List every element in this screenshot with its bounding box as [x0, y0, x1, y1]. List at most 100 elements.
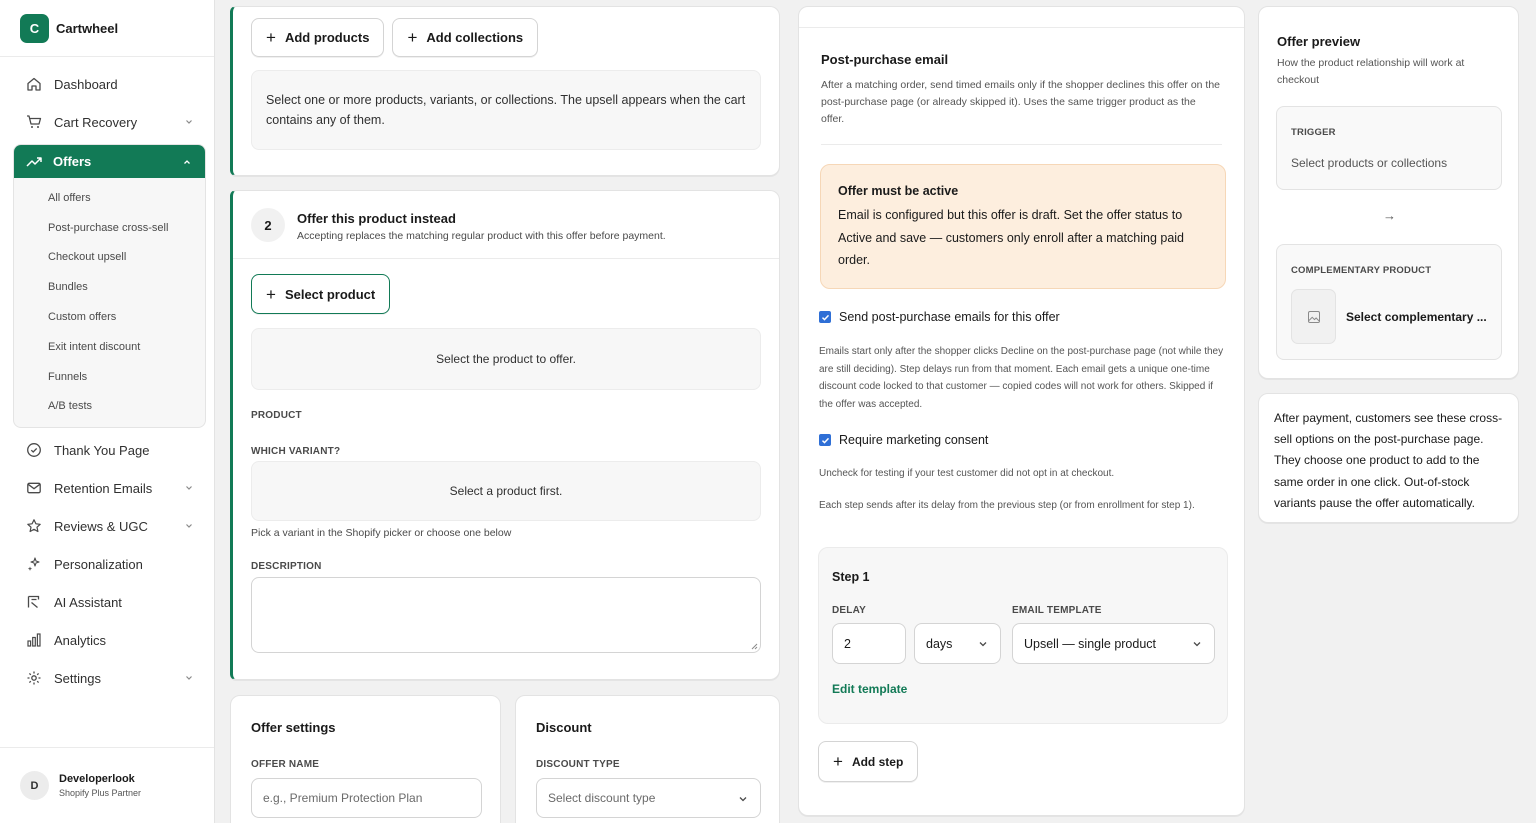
app-logo: C — [20, 13, 49, 43]
chevron-down-icon — [738, 793, 748, 807]
nav-analytics[interactable]: Analytics — [0, 621, 214, 659]
sub-item-funnels[interactable]: Funnels — [14, 362, 205, 392]
consent-help: Uncheck for testing if your test custome… — [819, 468, 1115, 479]
offer-settings-title: Offer settings — [251, 720, 336, 735]
delay-label: DELAY — [832, 605, 866, 616]
main-nav: Dashboard Cart Recovery Offers All offer… — [0, 57, 214, 697]
divider — [233, 258, 779, 259]
delay-unit-value: days — [926, 636, 953, 651]
user-info: Developerlook Shopify Plus Partner — [59, 773, 141, 798]
add-step-button[interactable]: + Add step — [818, 741, 919, 782]
description-textarea[interactable] — [251, 577, 761, 653]
template-select[interactable]: Upsell — single product — [1012, 623, 1215, 664]
discount-type-value: Select discount type — [548, 791, 656, 805]
nav-ai-assistant-label: AI Assistant — [54, 594, 122, 610]
trigger-hint: Select one or more products, variants, o… — [251, 70, 761, 150]
chevron-down-icon — [184, 519, 194, 534]
preview-trigger-box: TRIGGER Select products or collections — [1276, 106, 1502, 190]
offer-product-card: 2 Offer this product instead Accepting r… — [230, 190, 780, 680]
nav-reviews[interactable]: Reviews & UGC — [0, 507, 214, 545]
sparkle-icon — [25, 556, 42, 573]
user-role: Shopify Plus Partner — [59, 788, 142, 798]
resize-handle-icon[interactable] — [750, 642, 758, 650]
preview-subtitle: How the product relationship will work a… — [1277, 57, 1465, 86]
delay-input[interactable]: 2 — [832, 623, 906, 664]
preview-comp-label: COMPLEMENTARY PRODUCT — [1291, 265, 1432, 276]
consent-label: Require marketing consent — [839, 433, 989, 447]
offer-name-placeholder: e.g., Premium Protection Plan — [263, 791, 423, 805]
sidebar: C Cartwheel Dashboard Cart Recovery Offe… — [0, 0, 215, 823]
sub-item-custom-offers[interactable]: Custom offers — [14, 302, 205, 332]
add-collections-button[interactable]: + Add collections — [392, 18, 539, 57]
sub-item-all-offers[interactable]: All offers — [14, 183, 205, 213]
discount-title: Discount — [536, 720, 592, 735]
sub-item-bundles[interactable]: Bundles — [14, 272, 205, 302]
select-product-button[interactable]: + Select product — [251, 274, 391, 314]
email-card: Post-purchase email After a matching ord… — [798, 6, 1245, 816]
nav-dashboard[interactable]: Dashboard — [0, 65, 214, 103]
cart-icon — [25, 114, 42, 131]
nav-retention[interactable]: Retention Emails — [0, 469, 214, 507]
magic-wand-icon — [25, 594, 42, 611]
offers-group: Offers All offers Post-purchase cross-se… — [13, 144, 206, 429]
template-value: Upsell — single product — [1024, 636, 1157, 651]
preview-comp-value: Select complementary ... — [1346, 310, 1487, 324]
discount-card: Discount DISCOUNT TYPE Select discount t… — [515, 695, 780, 823]
gear-icon — [25, 670, 42, 687]
select-product-hint: Select the product to offer. — [251, 328, 761, 390]
step-title: Step 1 — [832, 570, 870, 584]
image-placeholder-icon — [1291, 289, 1336, 344]
nav-cart-recovery-label: Cart Recovery — [54, 114, 138, 130]
sub-item-ab-tests[interactable]: A/B tests — [14, 392, 205, 422]
user-profile[interactable]: D Developerlook Shopify Plus Partner — [0, 747, 214, 823]
send-emails-help: Emails start only after the shopper clic… — [819, 346, 1224, 410]
add-products-button[interactable]: + Add products — [251, 18, 385, 57]
preview-title: Offer preview — [1277, 34, 1361, 49]
offer-card-subtitle: Accepting replaces the matching regular … — [297, 230, 666, 242]
send-emails-checkbox[interactable] — [819, 311, 831, 323]
discount-type-select[interactable]: Select discount type — [536, 778, 761, 818]
info-card: After payment, customers see these cross… — [1258, 393, 1519, 523]
variant-help: Pick a variant in the Shopify picker or … — [251, 527, 512, 539]
user-name: Developerlook — [59, 773, 135, 785]
variant-label: WHICH VARIANT? — [251, 446, 341, 457]
nav-settings[interactable]: Settings — [0, 659, 214, 697]
nav-ai-assistant[interactable]: AI Assistant — [0, 583, 214, 621]
trigger-card: + Add products + Add collections Select … — [230, 6, 780, 176]
send-emails-checkbox-row[interactable]: Send post-purchase emails for this offer — [819, 310, 1060, 324]
sub-item-exit-intent[interactable]: Exit intent discount — [14, 332, 205, 362]
nav-personalization[interactable]: Personalization — [0, 545, 214, 583]
nav-offers[interactable]: Offers — [14, 145, 205, 178]
plus-icon: + — [833, 752, 843, 771]
warning-text: Email is configured but this offer is dr… — [838, 208, 1185, 267]
consent-checkbox[interactable] — [819, 434, 831, 446]
warning-title: Offer must be active — [838, 184, 959, 198]
divider — [799, 27, 1244, 28]
plus-icon: + — [266, 284, 276, 304]
sub-item-checkout-upsell[interactable]: Checkout upsell — [14, 243, 205, 273]
consent-checkbox-row[interactable]: Require marketing consent — [819, 433, 988, 447]
brand[interactable]: C Cartwheel — [0, 0, 214, 57]
offers-submenu: All offers Post-purchase cross-sell Chec… — [14, 178, 205, 427]
nav-personalization-label: Personalization — [54, 556, 143, 572]
offer-preview-card: Offer preview How the product relationsh… — [1258, 6, 1519, 379]
preview-trigger-label: TRIGGER — [1291, 127, 1336, 138]
avatar: D — [20, 771, 49, 800]
add-products-label: Add products — [284, 30, 370, 45]
send-emails-label: Send post-purchase emails for this offer — [839, 310, 1060, 324]
select-product-label: Select product — [284, 286, 376, 302]
plus-icon: + — [407, 28, 418, 47]
chevron-down-icon — [184, 481, 194, 496]
nav-thank-you[interactable]: Thank You Page — [0, 431, 214, 469]
sub-item-post-purchase[interactable]: Post-purchase cross-sell — [14, 213, 205, 243]
delay-unit-select[interactable]: days — [914, 623, 1001, 664]
edit-template-link[interactable]: Edit template — [832, 682, 907, 696]
delay-value: 2 — [844, 636, 851, 651]
nav-cart-recovery[interactable]: Cart Recovery — [0, 103, 214, 141]
email-card-description: After a matching order, send timed email… — [821, 79, 1221, 125]
trend-up-icon — [26, 153, 43, 170]
arrow-right-icon: → — [1383, 208, 1396, 223]
check-circle-icon — [25, 442, 42, 459]
email-card-title: Post-purchase email — [821, 52, 949, 67]
offer-name-input[interactable]: e.g., Premium Protection Plan — [251, 778, 482, 818]
